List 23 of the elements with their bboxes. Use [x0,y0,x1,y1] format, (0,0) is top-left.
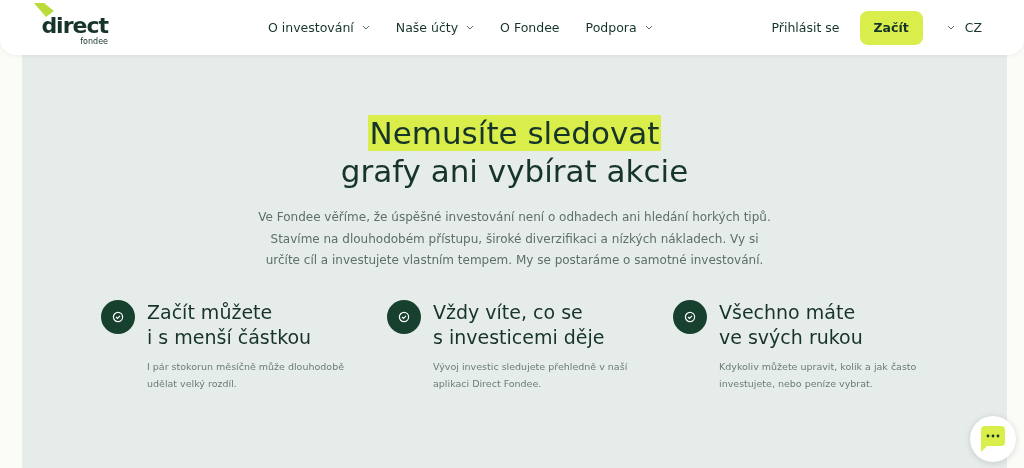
feature-text: I pár stokorun měsíčně může dlouhodobě udělat velký rozdíl. [147,359,345,391]
chat-bubble-icon [981,426,1005,452]
feature-title: Vždy víte, co se s investicemi děje [433,299,606,350]
nav-link[interactable]: O investování [268,20,370,35]
heading: grafy ani vybírat akcie [340,152,689,191]
logo-subtext: fondee [80,37,108,46]
feature-text: Kdykoliv můžete upravit, kolik a jak často investujete, nebo peníze vybrat. [719,359,918,391]
check-badge-icon [387,299,421,334]
feature-text: Vývoj investic sledujete přehledně v naší aplikaci Direct Fondee. [433,359,629,391]
nav-link[interactable]: O Fondee [500,20,560,35]
feature-title: Začít můžete i s menší částkou [147,299,313,350]
login-link[interactable]: Přihlásit se [771,20,840,35]
chevron-down-icon [946,25,955,30]
check-badge-icon [101,299,135,334]
nav-link[interactable]: Podpora [585,20,653,35]
check-badge-icon [673,299,707,334]
intro-paragraph: Ve Fondee věříme, že úspěšné investování není o odhadech ani hledání horkých tipů. Stavíme na dlouhodobém přístupu, široké diverzifikaci a nízkých nákladech. Vy si určíte cíl a investujete vlastním tempem. My se postaráme o samotné investování. [257,209,772,269]
feature-title: Všechno máte ve svých rukou [719,299,864,350]
start-button[interactable]: Začít [859,10,923,45]
nav-link[interactable]: Naše účty [395,20,475,35]
logo-text: direct [41,15,108,37]
highlighted-heading: Nemusíte sledovat [367,115,662,151]
language-selector[interactable]: CZ [940,19,988,36]
